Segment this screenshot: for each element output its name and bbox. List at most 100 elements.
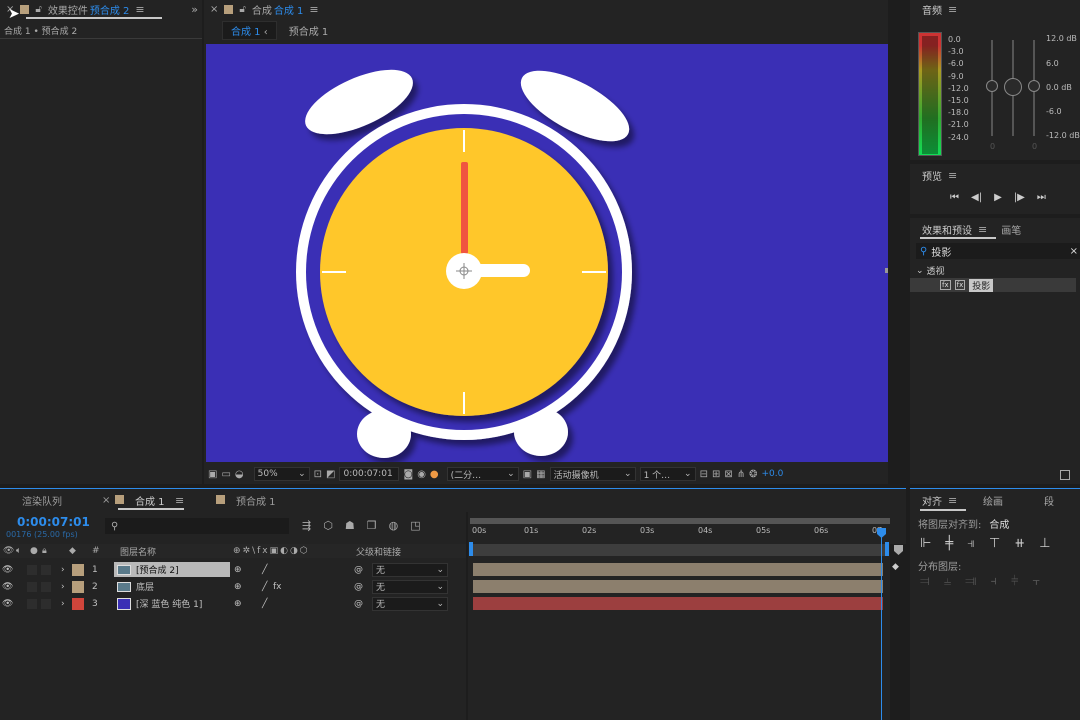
brush-tab[interactable]: 画笔 — [1001, 222, 1021, 237]
layer-track-1[interactable] — [473, 563, 883, 576]
current-time-field[interactable]: 0:00:07:01 — [339, 467, 400, 481]
paint-tab[interactable]: 绘画 — [983, 493, 1003, 508]
distribute-bottom-icon[interactable]: ⫥ — [965, 574, 976, 589]
work-area-start-handle[interactable] — [469, 542, 473, 556]
motion-blur-icon[interactable]: ◍ — [389, 519, 399, 532]
flow-next-comp[interactable]: 预合成 1 — [289, 23, 329, 38]
vr-glasses-icon[interactable]: ◒ — [235, 469, 244, 480]
align-h-center-icon[interactable]: ╪ — [945, 536, 953, 551]
layer-name-cell[interactable]: [深 蓝色 纯色 1] — [136, 597, 202, 610]
expand-panels-icon[interactable]: » — [191, 3, 198, 16]
align-to-select[interactable]: 合成 — [989, 516, 1009, 531]
always-preview-icon[interactable]: ▣ — [208, 469, 217, 480]
volume-knob-right[interactable] — [1028, 80, 1040, 92]
fast-preview-icon[interactable]: ▣ — [523, 469, 532, 480]
timeline-icon[interactable]: ⊠ — [724, 469, 732, 480]
current-time-indicator[interactable] — [881, 528, 882, 720]
parent-pickwhip-icon[interactable]: @ — [354, 599, 363, 609]
monitor-icon[interactable]: ▭ — [221, 469, 230, 480]
category-perspective[interactable]: ⌄ 透视 — [916, 264, 945, 278]
fit-icon[interactable]: ⊡ — [314, 469, 322, 480]
timeline-timecode[interactable]: 0:00:07:01 — [17, 515, 90, 529]
panel-menu-icon[interactable]: ≡ — [948, 3, 957, 16]
align-tab[interactable]: 对齐 ≡ — [922, 493, 957, 508]
close-icon[interactable]: × — [210, 4, 218, 15]
effect-item-drop-shadow[interactable]: fx fx 投影 — [910, 278, 1076, 292]
color-channels-icon[interactable]: ● — [430, 469, 439, 480]
label-color-chip[interactable] — [72, 563, 84, 576]
paragraph-tab[interactable]: 段 — [1044, 493, 1054, 508]
quality-switch[interactable]: ╱ — [262, 582, 267, 592]
layer-name-cell[interactable]: 底层 — [136, 580, 154, 593]
layer-row-2[interactable]: 👁︎ › 2 底层 ⊕ ╱ fx @ 无 ⌄ — [0, 578, 466, 595]
frame-blending-icon[interactable]: ❐ — [367, 519, 377, 532]
render-queue-tab[interactable]: 渲染队列 — [22, 493, 62, 508]
panel-menu-icon[interactable]: ≡ — [309, 3, 318, 16]
keyframe-nav-icon[interactable]: ◆ — [892, 562, 899, 572]
work-area-end-handle[interactable] — [885, 542, 889, 556]
exposure-value[interactable]: +0.0 — [762, 469, 784, 479]
parent-select[interactable]: 无 ⌄ — [372, 579, 448, 594]
toggle-pixel-aspect-icon[interactable]: ⊟ — [700, 469, 708, 480]
play-icon[interactable]: ▶ — [994, 192, 1002, 203]
flow-active-comp[interactable]: 合成 1 ‹ — [222, 20, 277, 40]
transparency-grid-icon[interactable]: ▦ — [536, 469, 545, 480]
composition-tab[interactable]: × 🔓︎ 合成 合成 1 ≡ — [204, 0, 908, 18]
panel-menu-icon[interactable]: ≡ — [978, 223, 987, 236]
align-right-icon[interactable]: ⫣ — [967, 536, 975, 551]
collapse-switch[interactable]: ⊕ — [234, 599, 242, 609]
time-ruler[interactable]: 00s 01s 02s 03s 04s 05s 06s 07s — [470, 526, 890, 542]
visibility-eye-icon[interactable]: 👁︎ — [2, 565, 13, 575]
layer-search-field[interactable]: ⚲ — [105, 518, 289, 534]
reset-exposure-icon[interactable]: ❂ — [749, 469, 757, 480]
precomp1-tab[interactable]: 预合成 1 — [236, 493, 276, 508]
distribute-h-center-icon[interactable]: ⫩ — [1011, 574, 1018, 589]
visibility-eye-icon[interactable]: 👁︎ — [2, 582, 13, 592]
layer-name-header[interactable]: 图层名称 — [120, 545, 156, 558]
parent-pickwhip-icon[interactable]: @ — [354, 565, 363, 575]
quality-switch[interactable]: ╱ — [262, 599, 267, 609]
parent-link-header[interactable]: 父级和链接 — [356, 545, 401, 558]
comp1-tab[interactable]: 合成 1 — [135, 493, 165, 508]
distribute-right-icon[interactable]: ⫟ — [1032, 574, 1040, 589]
views-select[interactable]: 1 个… ⌄ — [639, 467, 696, 481]
shy-layers-icon[interactable]: ☗ — [345, 519, 355, 532]
next-frame-icon[interactable]: |▶ — [1014, 192, 1025, 203]
clear-search-icon[interactable]: × — [1070, 246, 1078, 257]
work-area-bar[interactable] — [470, 518, 890, 524]
first-frame-icon[interactable]: ⏮ — [950, 192, 959, 203]
new-folder-icon[interactable] — [1060, 470, 1070, 480]
expand-chevron-icon[interactable]: › — [61, 565, 65, 575]
panel-menu-icon[interactable]: ≡ — [948, 494, 957, 507]
panel-menu-icon[interactable]: ≡ — [135, 3, 144, 16]
quality-switch[interactable]: ╱ — [262, 565, 267, 575]
align-top-icon[interactable]: ⊤ — [989, 536, 1000, 551]
draft-3d-icon[interactable]: ⬡ — [323, 519, 333, 532]
effect-switch-icon[interactable]: fx — [273, 582, 282, 592]
preview-tab[interactable]: 预览 ≡ — [910, 166, 1080, 184]
3d-renderer-icon[interactable]: ⊞ — [712, 469, 720, 480]
audio-tab[interactable]: 音频 ≡ — [910, 0, 1080, 18]
panel-menu-icon[interactable]: ≡ — [175, 494, 184, 507]
label-color-chip[interactable] — [72, 597, 84, 610]
effects-search-field[interactable]: ⚲ 投影 × — [916, 243, 1080, 259]
collapse-switch[interactable]: ⊕ — [234, 565, 242, 575]
camera-select[interactable]: 活动摄像机 ⌄ — [549, 467, 636, 481]
region-of-interest-icon[interactable]: ◩ — [326, 469, 335, 480]
parent-pickwhip-icon[interactable]: @ — [354, 582, 363, 592]
collapse-switch[interactable]: ⊕ — [234, 582, 242, 592]
expand-chevron-icon[interactable]: › — [61, 582, 65, 592]
label-color-chip[interactable] — [72, 580, 84, 593]
distribute-left-icon[interactable]: ⫞ — [990, 574, 997, 589]
layer-row-3[interactable]: 👁︎ › 3 [深 蓝色 纯色 1] ⊕ ╱ @ 无 ⌄ — [0, 595, 466, 612]
comp-mini-flowchart-icon[interactable]: ⇶ — [302, 519, 311, 532]
zoom-select[interactable]: 50% ⌄ — [253, 467, 310, 481]
parent-select[interactable]: 无 ⌄ — [372, 596, 448, 611]
show-snapshot-icon[interactable]: ◉ — [417, 469, 426, 480]
resolution-select[interactable]: (二分… ⌄ — [446, 467, 519, 481]
flowchart-icon[interactable]: ⋔ — [737, 469, 745, 480]
last-frame-icon[interactable]: ⏭ — [1037, 192, 1046, 203]
prev-frame-icon[interactable]: ◀| — [971, 192, 982, 203]
effects-presets-tab[interactable]: 效果和预设 ≡ — [922, 222, 987, 237]
volume-knob-master[interactable] — [1004, 78, 1022, 96]
